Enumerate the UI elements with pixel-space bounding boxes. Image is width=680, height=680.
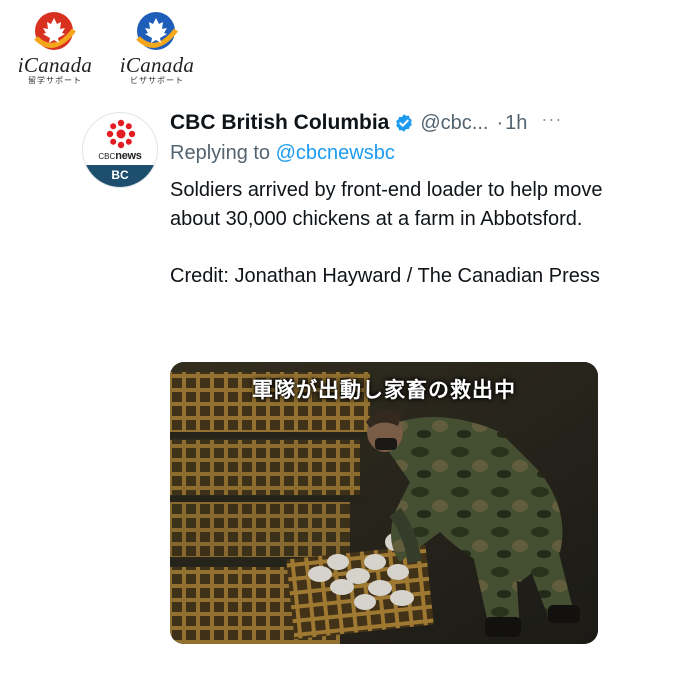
replying-to-handle-link[interactable]: @cbcnewsbc bbox=[276, 142, 395, 164]
avatar-region: BC bbox=[83, 165, 157, 187]
avatar[interactable]: CBCnews BC bbox=[82, 112, 158, 188]
tweet-header: CBC British Columbia @cbc... · 1h ··· bbox=[170, 108, 562, 138]
icanada-study-logo: iCanada 留学サポート bbox=[6, 8, 104, 86]
watermark-name: iCanada bbox=[17, 53, 93, 77]
blue-maple-leaf-logo-icon bbox=[136, 12, 178, 50]
cbc-gem-icon bbox=[106, 119, 136, 149]
verified-badge-icon bbox=[394, 113, 414, 133]
watermark-subtitle: ビザサポート bbox=[130, 76, 184, 85]
tweet-text: Soldiers arrived by front-end loader to … bbox=[170, 179, 603, 230]
author-name[interactable]: CBC British Columbia bbox=[170, 111, 389, 135]
replying-to: Replying to @cbcnewsbc bbox=[170, 142, 395, 165]
replying-to-label: Replying to bbox=[170, 142, 271, 164]
separator: · bbox=[496, 111, 504, 134]
soldier-chickens-photo bbox=[170, 362, 598, 644]
avatar-brand: CBCnews bbox=[83, 150, 157, 162]
avatar-brand-main: news bbox=[115, 150, 142, 162]
tweet-media-photo[interactable]: 軍隊が出動し家畜の救出中 bbox=[170, 362, 598, 644]
watermark-name: iCanada bbox=[119, 53, 195, 77]
avatar-brand-prefix: CBC bbox=[98, 152, 116, 161]
author-handle[interactable]: @cbc... bbox=[420, 112, 488, 135]
tweet-body: Soldiers arrived by front-end loader to … bbox=[170, 176, 610, 290]
more-options-icon[interactable]: ··· bbox=[541, 109, 562, 130]
watermark-subtitle: 留学サポート bbox=[28, 76, 82, 85]
tweet-credit: Credit: Jonathan Hayward / The Canadian … bbox=[170, 264, 600, 287]
red-maple-leaf-logo-icon bbox=[34, 12, 76, 50]
icanada-visa-logo: iCanada ビザサポート bbox=[108, 8, 206, 86]
timestamp[interactable]: 1h bbox=[505, 112, 527, 135]
media-caption: 軍隊が出動し家畜の救出中 bbox=[252, 379, 516, 402]
